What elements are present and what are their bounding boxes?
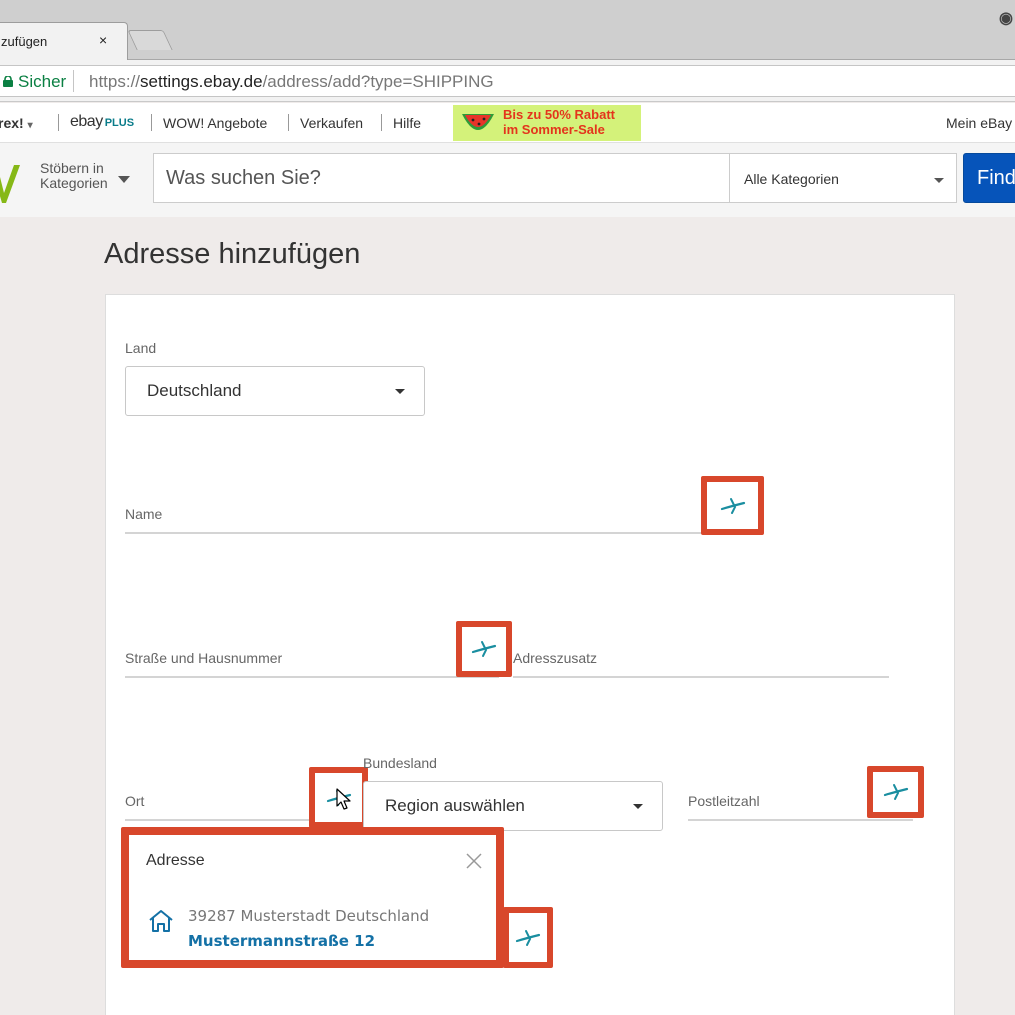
- browser-tab[interactable]: zufügen ×: [0, 22, 128, 60]
- mouse-cursor-icon: [336, 788, 351, 810]
- topnav-left-fragment[interactable]: rex! ▾: [0, 115, 33, 131]
- zip-field[interactable]: [688, 819, 913, 821]
- profile-icon[interactable]: ◉: [999, 8, 1013, 28]
- suggestion-street-line: Mustermannstraße 12: [188, 932, 376, 950]
- lock-icon: [3, 76, 13, 87]
- city-label: Ort: [125, 793, 145, 809]
- promo-line-1: Bis zu 50% Rabatt: [503, 107, 615, 122]
- search-bar-row: Stöbern in Kategorien Alle Kategorien Fi…: [0, 143, 1015, 217]
- address-extra-label: Adresszusatz: [513, 650, 598, 666]
- url-omnibox[interactable]: Sicher https://settings.ebay.de/address/…: [0, 65, 1015, 97]
- street-label: Straße und Hausnummer: [125, 650, 283, 666]
- browse-categories-button[interactable]: Stöbern in Kategorien: [40, 161, 108, 191]
- address-extra-field[interactable]: [513, 676, 889, 678]
- home-icon: [149, 910, 173, 932]
- ebay-logo[interactable]: [0, 163, 22, 207]
- url-scheme: https://: [89, 72, 141, 91]
- suggestion-city-line: 39287 Musterstadt Deutschland: [188, 907, 430, 925]
- state-label: Bundesland: [363, 755, 437, 771]
- new-tab-button[interactable]: [127, 30, 173, 50]
- autofill-button-zip[interactable]: [867, 766, 924, 818]
- country-select[interactable]: Deutschland: [125, 366, 425, 416]
- url-divider: [73, 70, 74, 92]
- ebay-plus-logo[interactable]: ebay PLUS: [70, 113, 134, 131]
- autofill-button-suggestion[interactable]: [503, 907, 553, 968]
- state-select[interactable]: Region auswählen: [363, 781, 663, 831]
- close-icon[interactable]: [465, 852, 483, 870]
- suggestion-item[interactable]: 39287 Musterstadt Deutschland Mustermann…: [129, 897, 496, 953]
- category-select[interactable]: Alle Kategorien: [729, 153, 957, 203]
- browser-address-bar: Sicher https://settings.ebay.de/address/…: [0, 60, 1015, 102]
- plus-logo-text: ebay: [70, 113, 103, 130]
- watermelon-icon: [462, 114, 494, 130]
- chevron-down-icon: [118, 176, 130, 183]
- country-label: Land: [125, 340, 157, 356]
- name-field[interactable]: [125, 532, 705, 534]
- url-text[interactable]: https://settings.ebay.de/address/add?typ…: [89, 72, 494, 92]
- chevron-down-icon: [633, 804, 643, 809]
- browser-tab-strip: zufügen × ◉: [0, 0, 1015, 60]
- page-title: Adresse hinzufügen: [104, 238, 361, 270]
- suggestion-header: Adresse: [146, 852, 205, 869]
- url-path: /address/add?type=SHIPPING: [262, 72, 494, 91]
- tab-title: zufügen: [1, 34, 48, 49]
- my-ebay-link[interactable]: Mein eBay: [946, 115, 1012, 131]
- category-select-value: Alle Kategorien: [744, 171, 839, 187]
- chevron-down-icon: ▾: [27, 120, 33, 131]
- chevron-down-icon: [934, 178, 944, 183]
- name-label: Name: [125, 506, 163, 522]
- summer-sale-promo[interactable]: Bis zu 50% Rabatt im Sommer-Sale: [453, 105, 641, 141]
- browse-line-1: Stöbern in: [40, 160, 104, 176]
- street-field[interactable]: [125, 676, 499, 678]
- tab-close-icon[interactable]: ×: [99, 32, 107, 48]
- wow-link[interactable]: WOW! Angebote: [163, 115, 267, 131]
- chevron-down-icon: [395, 389, 405, 394]
- url-host: settings.ebay.de: [140, 72, 263, 91]
- promo-line-2: im Sommer-Sale: [503, 122, 605, 137]
- topnav-left-text: rex!: [0, 115, 24, 131]
- secure-label: Sicher: [18, 72, 67, 91]
- autofill-button-street[interactable]: [456, 621, 512, 677]
- browse-line-2: Kategorien: [40, 175, 108, 191]
- state-select-value: Region auswählen: [385, 796, 525, 815]
- search-input[interactable]: [153, 153, 730, 203]
- autofill-icon: [515, 929, 541, 946]
- help-link[interactable]: Hilfe: [393, 115, 421, 131]
- ebay-top-nav: rex! ▾ ebay PLUS WOW! Angebote Verkaufen …: [0, 103, 1015, 143]
- autofill-button-name[interactable]: [701, 476, 764, 535]
- sell-link[interactable]: Verkaufen: [300, 115, 363, 131]
- autofill-icon: [883, 784, 908, 800]
- topnav-divider: [381, 114, 382, 131]
- topnav-divider: [58, 114, 59, 131]
- autofill-icon: [471, 641, 497, 657]
- zip-label: Postleitzahl: [688, 793, 760, 809]
- topnav-divider: [151, 114, 152, 131]
- promo-text: Bis zu 50% Rabatt im Sommer-Sale: [503, 107, 615, 137]
- autofill-icon: [720, 497, 745, 514]
- address-suggestion-dropdown: Adresse 39287 Musterstadt Deutschland Mu…: [121, 827, 504, 968]
- plus-logo-suffix: PLUS: [104, 117, 135, 129]
- city-field[interactable]: [125, 819, 315, 821]
- country-select-value: Deutschland: [147, 381, 242, 400]
- topnav-divider: [288, 114, 289, 131]
- find-button[interactable]: Finden: [963, 153, 1015, 203]
